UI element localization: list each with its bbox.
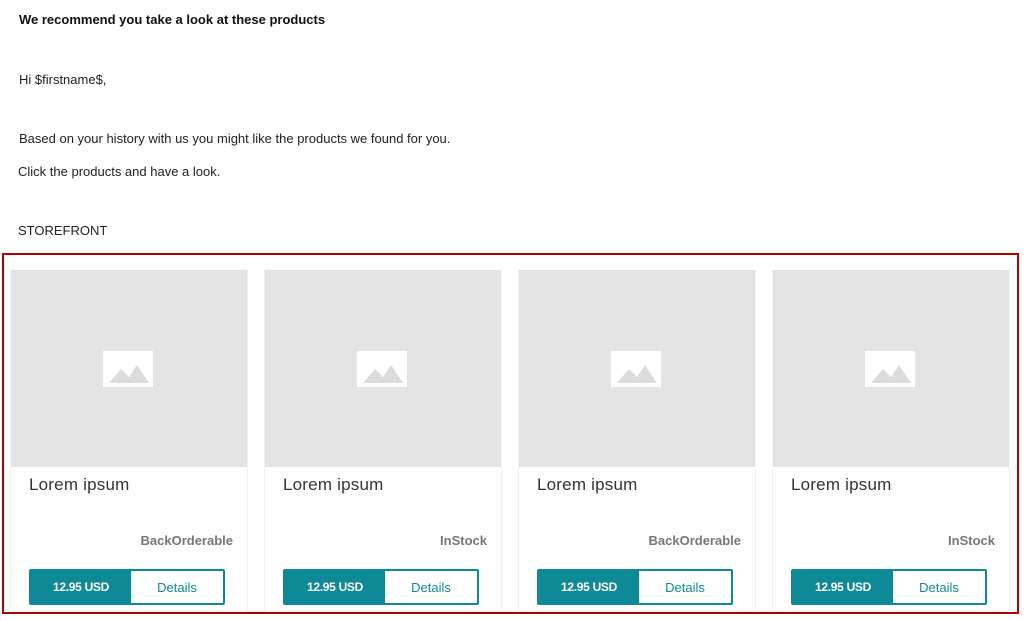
details-button[interactable]: Details — [131, 571, 223, 603]
intro-text: Based on your history with us you might … — [19, 131, 451, 146]
image-placeholder-icon — [865, 351, 915, 387]
product-card[interactable]: Lorem ipsum BackOrderable 12.95 USD Deta… — [10, 270, 248, 610]
price-button[interactable]: 12.95 USD — [539, 571, 639, 603]
product-name[interactable]: Lorem ipsum — [283, 475, 383, 495]
details-button[interactable]: Details — [639, 571, 731, 603]
buy-button-group[interactable]: 12.95 USD Details — [791, 569, 987, 605]
product-image[interactable] — [773, 270, 1009, 467]
stock-status: BackOrderable — [140, 533, 234, 548]
product-card[interactable]: Lorem ipsum InStock 12.95 USD Details — [772, 270, 1010, 610]
product-image[interactable] — [519, 270, 755, 467]
product-image[interactable] — [265, 270, 501, 467]
storefront-label: STOREFRONT — [18, 223, 108, 238]
storefront-block: Lorem ipsum BackOrderable 12.95 USD Deta… — [2, 253, 1019, 614]
stock-status: InStock — [948, 533, 995, 548]
image-placeholder-icon — [357, 351, 407, 387]
price-button[interactable]: 12.95 USD — [285, 571, 385, 603]
details-button[interactable]: Details — [893, 571, 985, 603]
greeting-text: Hi $firstname$, — [19, 72, 107, 87]
price-button[interactable]: 12.95 USD — [793, 571, 893, 603]
image-placeholder-icon — [103, 351, 153, 387]
image-placeholder-icon — [611, 351, 661, 387]
stock-status: InStock — [440, 533, 487, 548]
buy-button-group[interactable]: 12.95 USD Details — [29, 569, 225, 605]
buy-button-group[interactable]: 12.95 USD Details — [537, 569, 733, 605]
cta-text: Click the products and have a look. — [18, 164, 221, 179]
buy-button-group[interactable]: 12.95 USD Details — [283, 569, 479, 605]
stock-status: BackOrderable — [648, 533, 742, 548]
product-name[interactable]: Lorem ipsum — [791, 475, 891, 495]
product-name[interactable]: Lorem ipsum — [537, 475, 637, 495]
email-heading: We recommend you take a look at these pr… — [19, 12, 326, 27]
email-body: We recommend you take a look at these pr… — [0, 0, 1033, 620]
product-name[interactable]: Lorem ipsum — [29, 475, 129, 495]
price-button[interactable]: 12.95 USD — [31, 571, 131, 603]
product-card[interactable]: Lorem ipsum InStock 12.95 USD Details — [264, 270, 502, 610]
product-image[interactable] — [11, 270, 247, 467]
details-button[interactable]: Details — [385, 571, 477, 603]
product-card[interactable]: Lorem ipsum BackOrderable 12.95 USD Deta… — [518, 270, 756, 610]
